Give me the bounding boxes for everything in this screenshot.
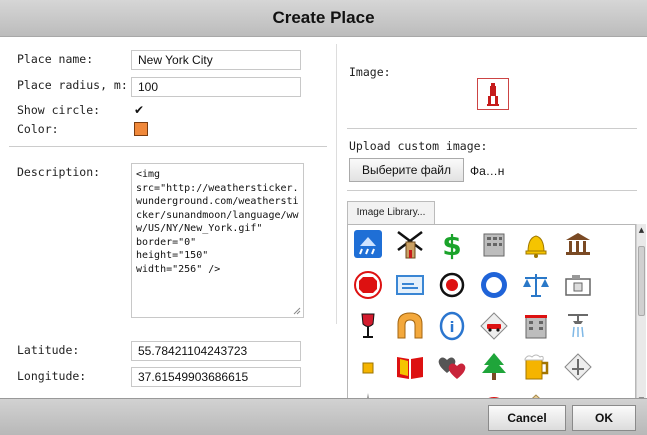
weather-rain-icon[interactable] <box>352 228 384 260</box>
color-label: Color: <box>17 122 59 136</box>
bell-icon[interactable] <box>520 228 552 260</box>
section-divider <box>9 146 327 147</box>
circle-icon[interactable] <box>478 269 510 301</box>
image-divider <box>347 128 637 129</box>
arch-icon[interactable] <box>394 310 426 342</box>
latitude-label: Latitude: <box>17 343 80 357</box>
scales-icon[interactable] <box>520 269 552 301</box>
hearts-icon[interactable] <box>436 351 468 383</box>
hotel-icon[interactable] <box>520 310 552 342</box>
info-circle-icon[interactable]: i <box>436 310 468 342</box>
column-divider <box>336 44 337 324</box>
show-circle-label: Show circle: <box>17 103 101 117</box>
longitude-input[interactable]: 37.61549903686615 <box>131 367 301 387</box>
record-icon[interactable] <box>436 269 468 301</box>
building-icon[interactable] <box>478 228 510 260</box>
place-name-label: Place name: <box>17 52 94 66</box>
shower-icon[interactable] <box>562 310 594 342</box>
latitude-input[interactable]: 55.78421104243723 <box>131 341 301 361</box>
svg-text:i: i <box>450 320 455 336</box>
description-label: Description: <box>17 165 101 179</box>
car-sign-icon[interactable] <box>478 310 510 342</box>
wine-glass-icon[interactable] <box>352 310 384 342</box>
image-label: Image: <box>349 65 391 79</box>
camera-icon[interactable] <box>562 269 594 301</box>
cancel-button[interactable]: Cancel <box>488 405 566 431</box>
upload-label: Upload custom image: <box>349 139 488 153</box>
color-swatch[interactable] <box>134 122 148 136</box>
tree-icon[interactable] <box>478 351 510 383</box>
small-square-icon[interactable] <box>352 351 384 383</box>
icon-library-scrollbar[interactable]: ▲ ▼ <box>636 224 646 408</box>
create-place-dialog: Create Place Place name: New York City P… <box>0 0 647 435</box>
book-icon[interactable] <box>394 351 426 383</box>
file-name-text: Фа…н <box>470 164 505 178</box>
description-textarea[interactable]: <img src="http://weathersticker.wundergr… <box>131 163 304 318</box>
beer-icon[interactable] <box>520 351 552 383</box>
stop-sign-icon[interactable] <box>352 269 384 301</box>
image-preview[interactable] <box>477 78 509 110</box>
compass-icon[interactable] <box>562 351 594 383</box>
longitude-label: Longitude: <box>17 369 87 383</box>
upload-divider <box>347 190 637 191</box>
scroll-thumb[interactable] <box>638 246 645 316</box>
resize-handle-icon[interactable] <box>293 307 301 315</box>
mill-icon[interactable] <box>394 228 426 260</box>
info-sign-icon[interactable] <box>394 269 426 301</box>
dialog-title: Create Place <box>0 0 647 37</box>
place-name-input[interactable]: New York City <box>131 50 301 70</box>
ok-button[interactable]: OK <box>572 405 636 431</box>
icon-library-grid: $ i <box>347 224 636 408</box>
radius-input[interactable]: 100 <box>131 77 301 97</box>
museum-icon[interactable] <box>562 228 594 260</box>
tab-image-library[interactable]: Image Library... <box>347 201 435 224</box>
svg-text:$: $ <box>442 229 461 260</box>
dollar-icon[interactable]: $ <box>436 228 468 260</box>
scroll-up-icon[interactable]: ▲ <box>638 226 645 234</box>
radius-label: Place radius, m: <box>17 78 128 92</box>
choose-file-button[interactable]: Выберите файл <box>349 158 464 182</box>
show-circle-checkbox[interactable]: ✔ <box>134 104 146 116</box>
tower-icon <box>487 83 499 106</box>
